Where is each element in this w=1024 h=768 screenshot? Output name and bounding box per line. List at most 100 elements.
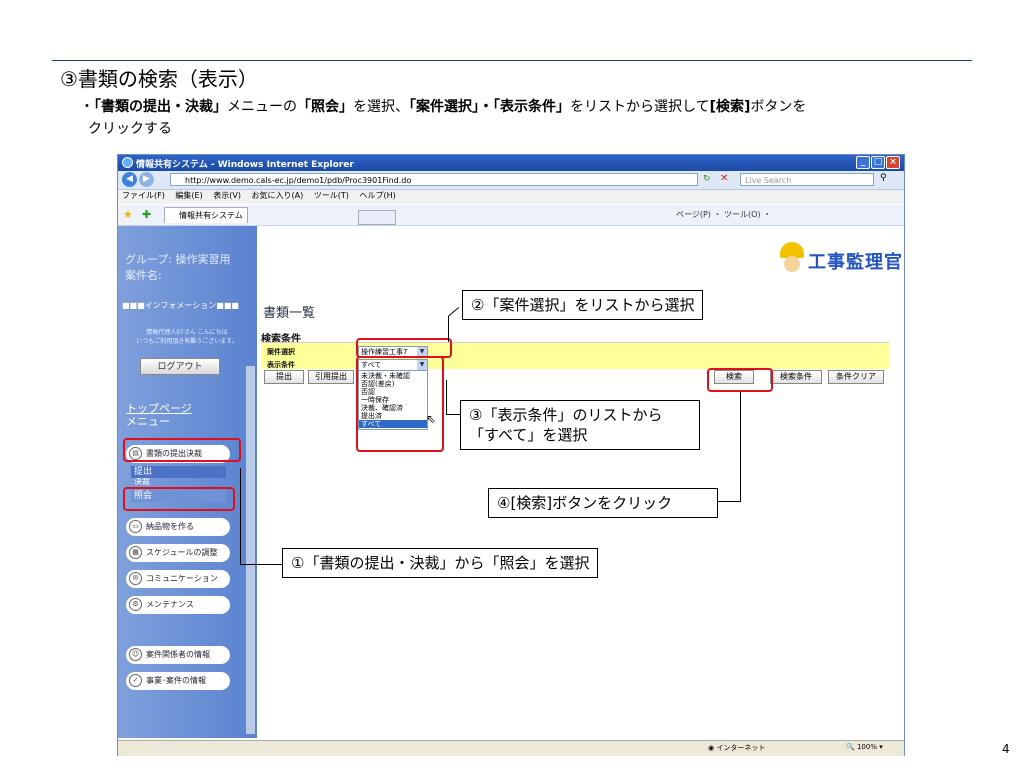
connector-line	[446, 414, 460, 415]
menu-bar: ファイル(F) 編集(E) 表示(V) お気に入り(A) ツール(T) ヘルプ(…	[118, 190, 904, 204]
people-icon: ☺	[129, 648, 142, 661]
menu-file[interactable]: ファイル(F)	[122, 190, 165, 201]
menu-help[interactable]: ヘルプ(H)	[359, 190, 395, 201]
sidebar: グループ: 操作実習用 案件名: ■■■インフォメーション■■■ 情報代理人07…	[118, 226, 257, 738]
highlight-inquiry	[123, 487, 235, 511]
folder-icon: ▭	[129, 520, 142, 533]
menu-label: 納品物を作る	[146, 522, 194, 531]
welcome-message: 情報代理人07さん こんにちは いつもご利用頂き有難うございます。	[122, 328, 252, 346]
menu-communication[interactable]: ✉ コミュニケーション	[126, 570, 230, 588]
menu-view[interactable]: 表示(V)	[213, 190, 241, 201]
callout-step-2: ②「案件選択」をリストから選択	[462, 290, 704, 320]
command-bar[interactable]: ページ(P) ・ ツール(O) ・	[676, 209, 771, 220]
group-info: グループ: 操作実習用 案件名:	[125, 252, 231, 284]
check-icon: ✓	[129, 674, 142, 687]
display-cond-label: 表示条件	[267, 361, 295, 369]
highlight-doc-submit	[123, 438, 241, 462]
connector-line	[718, 501, 740, 502]
forward-icon[interactable]: ▶	[139, 172, 154, 187]
close-icon[interactable]: ×	[886, 156, 900, 169]
submit-button[interactable]: 提出	[264, 370, 304, 384]
internet-zone: ◉ インターネット	[708, 744, 766, 752]
new-tab[interactable]	[358, 210, 396, 225]
bullet-part: [検索]	[709, 99, 751, 115]
bullet-part: 「照会」	[297, 99, 353, 115]
menu-maintenance[interactable]: ⚙ メンテナンス	[126, 596, 230, 614]
browser-tab[interactable]: 情報共有システム	[164, 207, 248, 223]
bullet-part: をリストから選択して	[570, 99, 710, 115]
inspector-icon	[784, 256, 800, 272]
status-bar: ◉ インターネット 🔍 100% ▾	[118, 740, 904, 756]
menu-projects[interactable]: ✓ 事業･案件の情報	[126, 672, 230, 690]
group-name: グループ: 操作実習用	[125, 253, 231, 266]
zoom-control[interactable]: 🔍 100% ▾	[846, 743, 883, 751]
submenu-submit[interactable]: 提出	[131, 466, 226, 478]
back-icon[interactable]: ◀	[122, 172, 137, 187]
logout-button[interactable]: ログアウト	[140, 358, 220, 375]
callout-step-3-line: 「すべて」を選択	[469, 426, 588, 444]
submenu-approve[interactable]: 決裁	[131, 478, 226, 486]
menu-label: メンテナンス	[146, 600, 194, 609]
menu-schedule[interactable]: ▦ スケジュールの調整	[126, 544, 230, 562]
menu-edit[interactable]: 編集(E)	[175, 190, 202, 201]
sidebar-scrollbar[interactable]	[246, 366, 255, 734]
bullet-part: ボタンを	[750, 99, 807, 115]
address-bar: ◀ ▶ http://www.demo.cals-ec.jp/demo1/pdb…	[118, 171, 904, 190]
bullet-line-2: クリックする	[88, 121, 172, 137]
menu-favorites[interactable]: お気に入り(A)	[252, 190, 304, 201]
logo-text: 工事監理官	[808, 252, 903, 273]
title-rule	[52, 60, 972, 61]
search-input[interactable]: Live Search	[740, 173, 874, 186]
highlight-search-button	[707, 368, 773, 392]
menu-tools[interactable]: ツール(T)	[314, 190, 349, 201]
add-favorite-icon[interactable]: ✚	[142, 208, 151, 221]
callout-step-1: ①「書類の提出・決裁」から「照会」を選択	[282, 548, 599, 578]
bullet-part: 「書類の提出・決裁」	[94, 99, 227, 115]
connector-line	[240, 564, 282, 565]
wrench-icon: ⚙	[129, 598, 142, 611]
menu-deliverables[interactable]: ▭ 納品物を作る	[126, 518, 230, 536]
menu-label: コミュニケーション	[146, 574, 218, 583]
welcome-line: いつもご利用頂き有難うございます。	[136, 338, 238, 345]
ie-logo-icon	[122, 157, 133, 168]
connector-line	[446, 380, 447, 414]
zoom-level: 100%	[856, 743, 877, 751]
information-header: ■■■インフォメーション■■■	[122, 301, 239, 310]
menu-label: 事業･案件の情報	[146, 676, 206, 685]
bullet-marker: ・	[80, 99, 94, 115]
stop-icon[interactable]: ✕	[720, 173, 728, 184]
minimize-icon[interactable]: _	[856, 156, 870, 169]
welcome-line: 情報代理人07さん こんにちは	[146, 329, 228, 336]
search-conditions-button[interactable]: 検索条件	[770, 370, 822, 384]
zone-label: インターネット	[716, 744, 766, 752]
menu-label: 案件関係者の情報	[146, 650, 210, 659]
maximize-icon[interactable]: □	[871, 156, 885, 169]
favorites-star-icon[interactable]: ★	[123, 208, 133, 221]
refresh-icon[interactable]: ↻	[703, 174, 711, 184]
page-number: 4	[1002, 742, 1010, 756]
cite-submit-button[interactable]: 引用提出	[308, 370, 354, 384]
menu-label: メニュー	[126, 415, 170, 428]
slide-title: ③書類の検索（表示）	[60, 67, 258, 91]
clear-conditions-button[interactable]: 条件クリア	[828, 370, 884, 384]
highlight-display-cond	[356, 356, 444, 452]
page-title: 書類一覧	[263, 306, 316, 321]
bullet-part: 「案件選択」・「表示条件」	[409, 99, 570, 115]
case-select-label: 案件選択	[267, 348, 295, 356]
calendar-icon: ▦	[129, 546, 142, 559]
callout-step-4: ④[検索]ボタンをクリック	[488, 488, 718, 518]
menu-stakeholders[interactable]: ☺ 案件関係者の情報	[126, 646, 230, 664]
window-titlebar: 情報共有システム - Windows Internet Explorer _ □…	[118, 155, 904, 171]
top-page-link[interactable]: トップページ メニュー	[126, 402, 192, 428]
callout-step-3: ③「表示条件」のリストから 「すべて」を選択	[460, 400, 700, 450]
connector-line	[740, 392, 741, 502]
window-title: 情報共有システム - Windows Internet Explorer	[136, 160, 354, 170]
favorites-bar: ★ ✚ 情報共有システム ページ(P) ・ ツール(O) ・	[118, 205, 904, 226]
mail-icon: ✉	[129, 572, 142, 585]
url-input[interactable]: http://www.demo.cals-ec.jp/demo1/pdb/Pro…	[170, 173, 698, 186]
callout-step-3-line: ③「表示条件」のリストから	[469, 406, 663, 424]
bullet-part: を選択、	[353, 99, 409, 115]
menu-label: スケジュールの調整	[146, 548, 218, 557]
search-icon[interactable]: ⚲	[880, 173, 887, 183]
top-page-label[interactable]: トップページ	[126, 402, 192, 415]
